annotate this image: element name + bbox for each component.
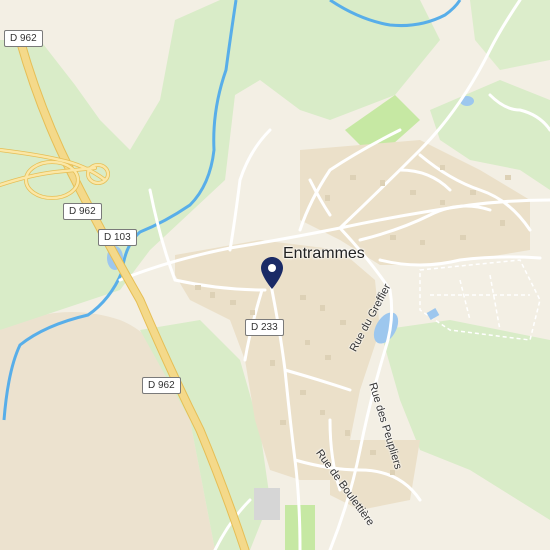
place-label-entrammes[interactable]: Entrammes	[283, 245, 365, 263]
map-view[interactable]: D 962 D 962 D 103 D 233 D 962 Entrammes …	[0, 0, 550, 550]
road-label-d103: D 103	[98, 229, 137, 246]
location-pin-icon[interactable]	[261, 257, 283, 289]
road-label-d962: D 962	[4, 30, 43, 47]
road-label-d962: D 962	[142, 377, 181, 394]
road-label-d233: D 233	[245, 319, 284, 336]
road-label-d962: D 962	[63, 203, 102, 220]
parking-lot	[254, 488, 280, 520]
